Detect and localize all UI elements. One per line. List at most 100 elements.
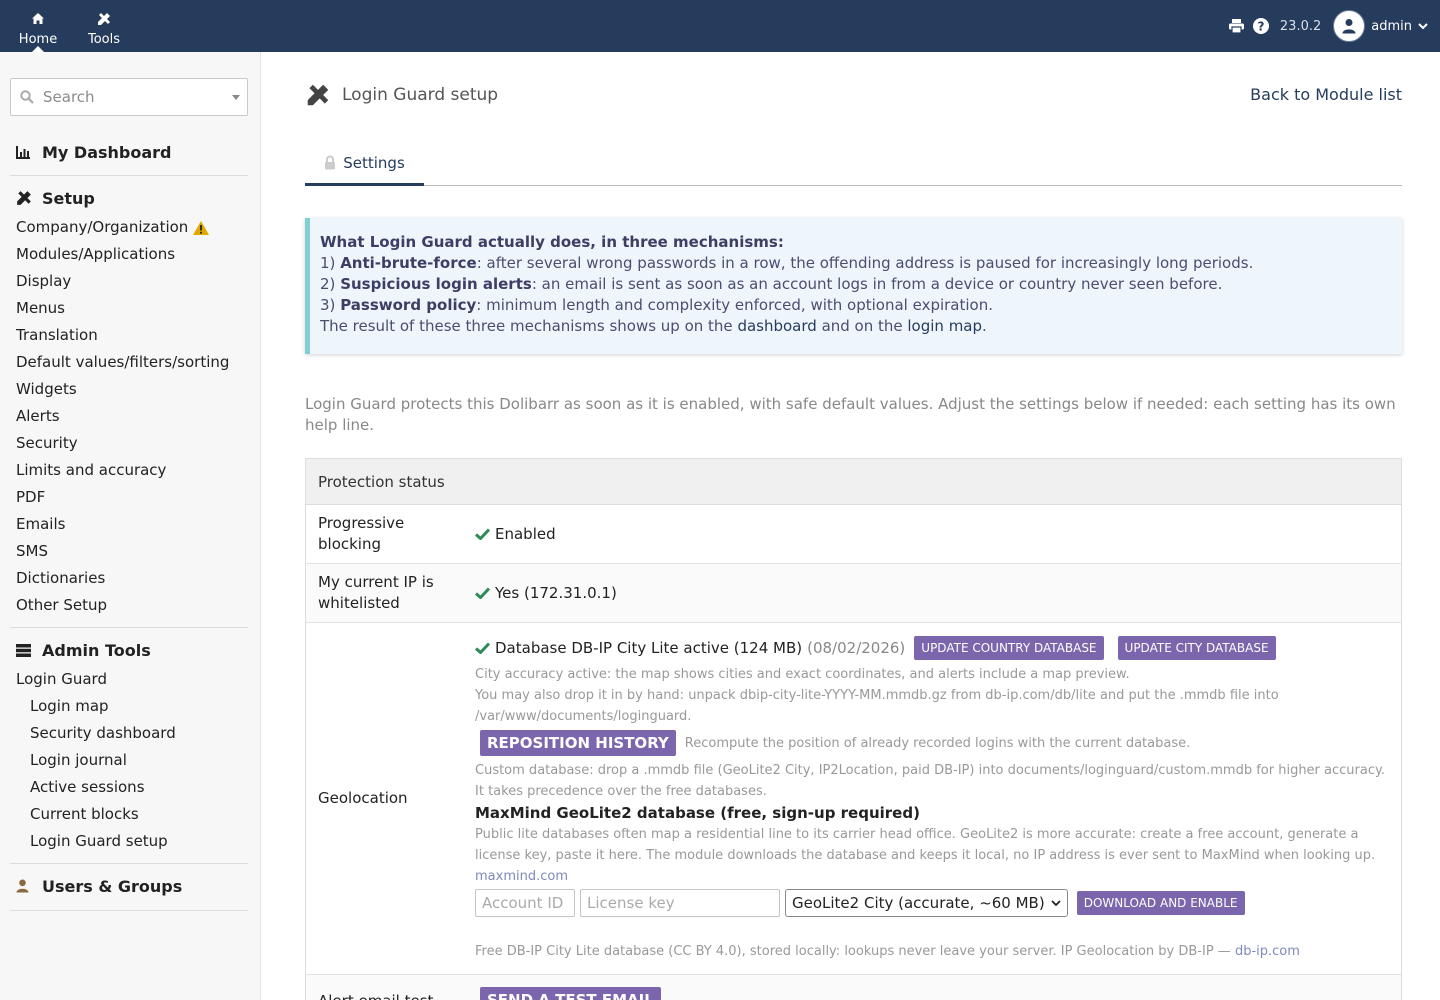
database-select[interactable]: GeoLite2 City (accurate, ~60 MB) [785,889,1068,917]
sidebar-item-translation[interactable]: Translation [10,322,248,349]
info-mechanism-3: 3) Password policy: minimum length and c… [320,296,993,314]
sidebar-item-admin-tools[interactable]: Admin Tools [10,638,248,662]
dbip-link[interactable]: db-ip.com [1235,944,1300,959]
sidebar-item-alerts[interactable]: Alerts [10,403,248,430]
sidebar-item-label: Security [16,434,78,452]
info-result: The result of these three mechanisms sho… [320,317,987,335]
sidebar-users-label: Users & Groups [42,876,183,896]
login-map-link[interactable]: login map [907,317,982,335]
sidebar-item-label: Company/Organization [16,218,189,236]
reposition-history-button[interactable]: REPOSITION HISTORY [480,730,676,756]
sidebar-item-security-dashboard[interactable]: Security dashboard [10,720,248,747]
menu-setup-section: Setup Company/Organization Modules/Appli… [10,186,248,628]
reposition-help: Recompute the position of already record… [684,735,1191,751]
dashboard-link[interactable]: dashboard [737,317,816,335]
download-enable-button[interactable]: DOWNLOAD AND ENABLE [1076,891,1245,915]
license-key-input[interactable]: License key [580,889,780,917]
nav-home[interactable]: Home [14,0,62,52]
info-mechanism-2: 2) Suspicious login alerts: an email is … [320,275,1223,293]
sidebar-admin-tools-label: Admin Tools [42,640,151,660]
svg-text:?: ? [1257,20,1264,34]
db-status: Database DB-IP City Lite active (124 MB) [495,639,803,657]
update-city-db-button[interactable]: UPDATE CITY DATABASE [1117,636,1276,660]
top-bar: Home Tools ? 23.0.2 admin [0,0,1440,52]
sidebar-item-label: PDF [16,488,46,506]
back-to-module-list-link[interactable]: Back to Module list [1250,85,1402,104]
sidebar-item-security[interactable]: Security [10,430,248,457]
sidebar-item-modules[interactable]: Modules/Applications [10,241,248,268]
row-label: Alert email test [306,975,463,1000]
menu-dashboard-section: My Dashboard [10,138,248,176]
nav-home-label: Home [18,31,58,47]
intro-text: Login Guard protects this Dolibarr as so… [305,395,1396,434]
sidebar-item-display[interactable]: Display [10,268,248,295]
info-box: What Login Guard actually does, in three… [305,218,1402,354]
tab-settings[interactable]: Settings [305,142,424,186]
sidebar-item-login-guard-setup[interactable]: Login Guard setup [10,828,248,855]
sidebar-item-label: Alerts [16,407,60,425]
sidebar: Search My Dashboard Setup Company/Organi… [0,52,261,1000]
maxmind-help: Public lite databases often map a reside… [475,827,1376,863]
sidebar-setup-label: Setup [42,188,95,208]
sidebar-item-label: Modules/Applications [16,245,176,263]
sidebar-item-label: Login journal [30,751,127,769]
home-icon [31,10,45,28]
sidebar-item-defaults[interactable]: Default values/filters/sorting [10,349,248,376]
search-input[interactable]: Search [10,78,248,116]
manual-install-help: You may also drop it in by hand: unpack … [475,688,1279,724]
sidebar-item-label: Login map [30,697,109,715]
sidebar-item-active-sessions[interactable]: Active sessions [10,774,248,801]
table-row: Progressive blocking Enabled [306,505,1401,564]
info-heading: What Login Guard actually does, in three… [320,233,784,251]
sidebar-item-company[interactable]: Company/Organization [10,214,248,241]
maxmind-link[interactable]: maxmind.com [475,869,568,884]
sidebar-item-setup[interactable]: Setup [10,186,248,210]
print-icon[interactable] [1226,15,1248,37]
maxmind-title: MaxMind GeoLite2 database (free, sign-up… [475,804,920,822]
sidebar-item-label: Limits and accuracy [16,461,167,479]
db-date: (08/02/2026) [807,639,906,657]
send-test-email-button[interactable]: SEND A TEST EMAIL [480,987,661,1000]
sidebar-item-widgets[interactable]: Widgets [10,376,248,403]
nav-tools[interactable]: Tools [80,0,128,52]
version-label: 23.0.2 [1279,18,1322,34]
search-icon [11,90,43,104]
row-value: Yes (172.31.0.1) [463,564,1401,622]
sidebar-item-current-blocks[interactable]: Current blocks [10,801,248,828]
sidebar-item-dashboard[interactable]: My Dashboard [10,140,248,164]
settings-table: Protection status Progressive blocking E… [305,458,1402,1000]
nav-tools-label: Tools [87,31,121,47]
sidebar-item-pdf[interactable]: PDF [10,484,248,511]
menu-users-section: Users & Groups [10,874,248,911]
avatar[interactable] [1333,10,1366,42]
sidebar-item-menus[interactable]: Menus [10,295,248,322]
table-row: My current IP is whitelisted Yes (172.31… [306,564,1401,623]
menu-admin-tools-section: Admin Tools Login Guard Login map Securi… [10,638,248,864]
dropdown-arrow-icon[interactable] [225,94,247,100]
search-placeholder: Search [43,88,95,106]
chevron-down-icon[interactable] [1418,22,1428,30]
sidebar-item-label: Security dashboard [30,724,176,742]
help-icon[interactable]: ? [1250,15,1272,37]
user-name[interactable]: admin [1371,19,1412,34]
sidebar-item-login-map[interactable]: Login map [10,693,248,720]
database-select-value: GeoLite2 City (accurate, ~60 MB) [792,894,1045,912]
sidebar-item-emails[interactable]: Emails [10,511,248,538]
sidebar-item-other-setup[interactable]: Other Setup [10,592,248,619]
row-label: Progressive blocking [318,514,405,553]
sidebar-item-login-guard[interactable]: Login Guard [10,666,248,693]
row-label: My current IP is whitelisted [318,573,434,612]
info-mechanism-1: 1) Anti-brute-force: after several wrong… [320,254,1254,272]
update-country-db-button[interactable]: UPDATE COUNTRY DATABASE [914,636,1104,660]
sidebar-item-limits[interactable]: Limits and accuracy [10,457,248,484]
sidebar-item-login-journal[interactable]: Login journal [10,747,248,774]
sidebar-item-label: Active sessions [30,778,145,796]
tab-settings-label: Settings [343,153,405,172]
tools-icon [97,10,111,28]
sidebar-item-sms[interactable]: SMS [10,538,248,565]
sidebar-item-dictionaries[interactable]: Dictionaries [10,565,248,592]
account-id-input[interactable]: Account ID [475,889,575,917]
sidebar-item-users-groups[interactable]: Users & Groups [10,874,248,898]
sidebar-item-label: Login Guard [16,670,107,688]
sidebar-item-label: Widgets [16,380,77,398]
